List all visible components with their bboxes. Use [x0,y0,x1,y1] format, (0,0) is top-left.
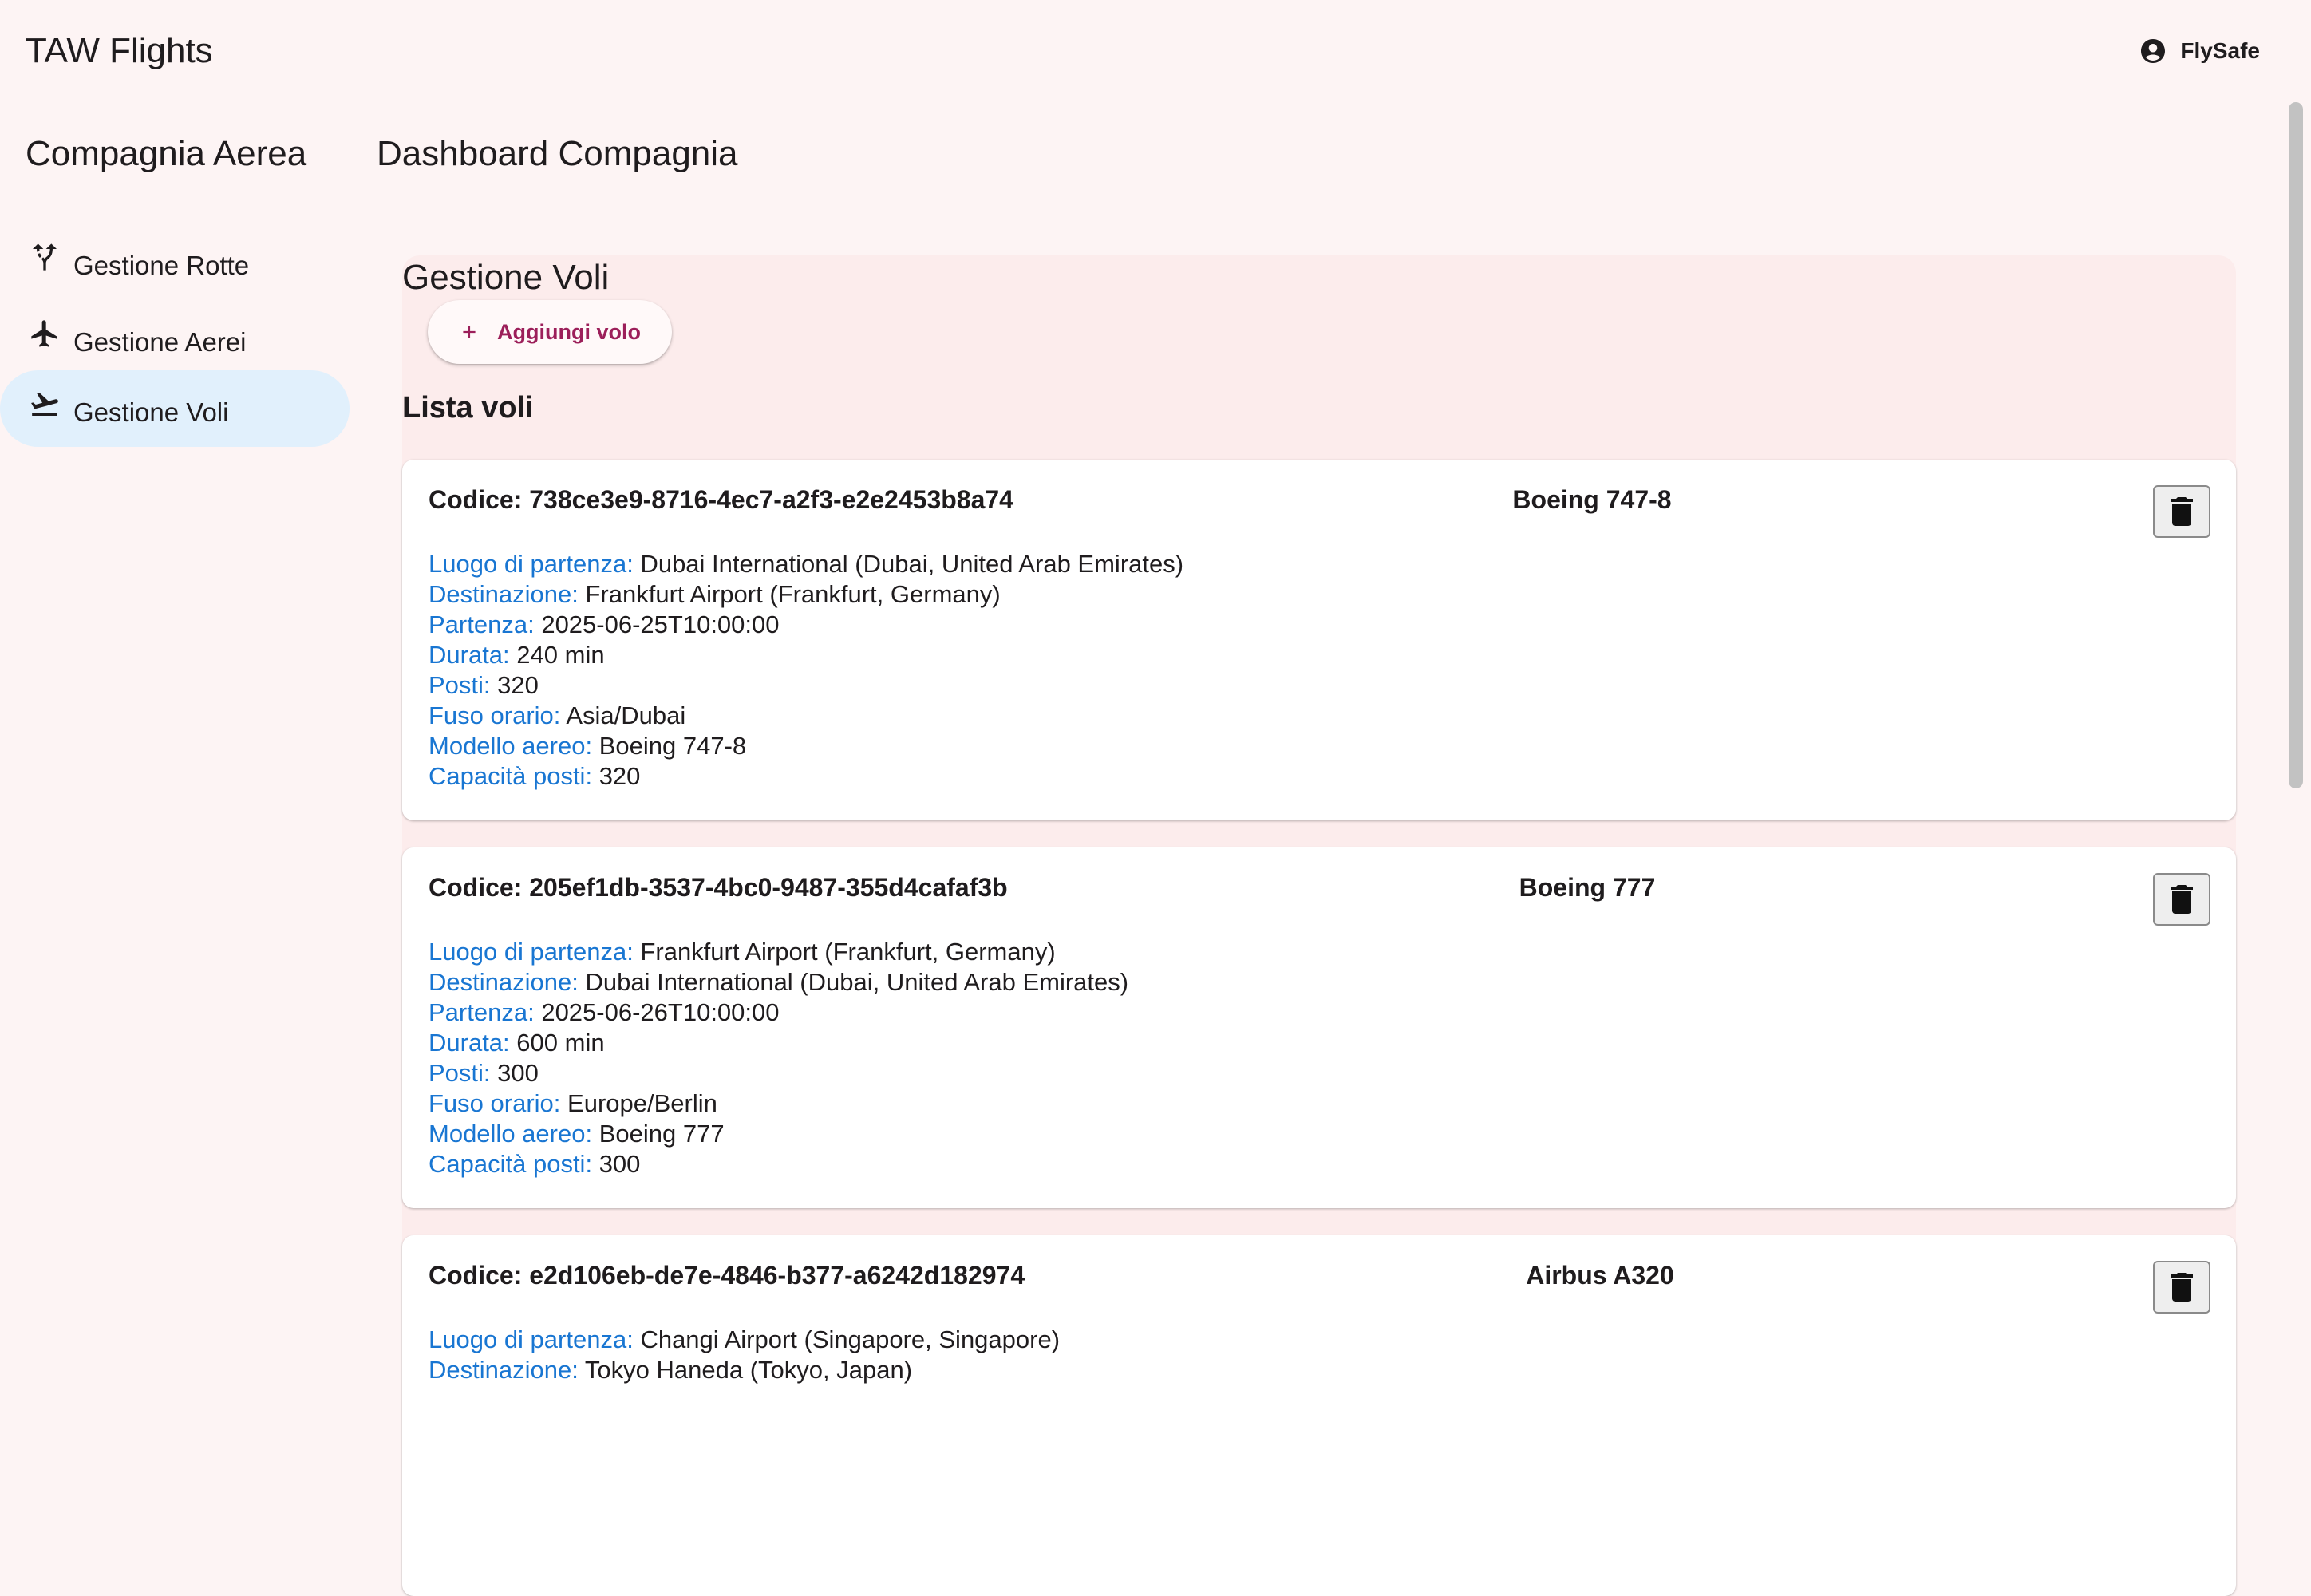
sidebar-item-gestione-aerei[interactable]: Gestione Aerei [0,300,350,377]
page-title: Dashboard Compagnia [377,134,738,173]
duration-label: Durata: [429,641,510,669]
add-flight-label: Aggiungi volo [497,319,641,344]
timezone-value: Asia/Dubai [566,701,686,729]
departure-place-value: Dubai International (Dubai, United Arab … [640,550,1184,578]
destination-value: Frankfurt Airport (Frankfurt, Germany) [585,580,1001,608]
departure-place-value: Changi Airport (Singapore, Singapore) [640,1325,1061,1353]
flight-details: Luogo di partenza: Changi Airport (Singa… [429,1325,1060,1385]
seat-capacity-value: 320 [598,762,641,790]
sidebar-item-gestione-rotte[interactable]: Gestione Rotte [0,223,350,300]
flight-code: Codice: 738ce3e9-8716-4ec7-a2f3-e2e2453b… [429,485,1013,514]
flight-code: Codice: 205ef1db-3537-4bc0-9487-355d4caf… [429,873,1008,902]
seat-capacity-label: Capacità posti: [429,1150,593,1178]
aircraft-model-label: Modello aereo: [429,732,593,760]
destination-label: Destinazione: [429,580,579,608]
flight-card: Codice: 738ce3e9-8716-4ec7-a2f3-e2e2453b… [402,460,2236,820]
seat-capacity-value: 300 [598,1150,641,1178]
departure-label: Partenza: [429,998,535,1026]
duration-value: 240 min [516,641,605,669]
page-scrollbar[interactable] [2287,102,2305,1393]
departure-label: Partenza: [429,610,535,638]
trash-icon [2171,885,2193,914]
account-circle-icon [2141,39,2166,63]
account-name: FlySafe [2180,38,2260,63]
destination-label: Destinazione: [429,968,579,996]
timezone-label: Fuso orario: [429,701,561,729]
top-app-bar: TAW Flights FlySafe [0,0,2311,102]
trash-icon [2171,1273,2193,1302]
airplane-icon [31,320,57,347]
flight-card: Codice: 205ef1db-3537-4bc0-9487-355d4caf… [402,847,2236,1208]
sidebar-title: Compagnia Aerea [26,134,307,173]
aircraft-model-label: Modello aereo: [429,1120,593,1148]
delete-flight-button[interactable] [2153,1261,2210,1314]
aircraft-model-value: Boeing 777 [598,1120,725,1148]
flight-details: Luogo di partenza: Dubai International (… [429,549,1183,792]
timezone-label: Fuso orario: [429,1089,561,1117]
aircraft-model-value: Boeing 747-8 [598,732,747,760]
seats-value: 300 [497,1059,539,1087]
seat-capacity-label: Capacità posti: [429,762,593,790]
route-icon [33,243,57,271]
flight-takeoff-icon [31,392,58,416]
duration-value: 600 min [516,1029,605,1057]
flight-aircraft-title: Boeing 777 [1519,873,1656,902]
section-title: Gestione Voli [402,258,610,297]
app-title: TAW Flights [26,31,213,70]
sidebar-item-label: Gestione Voli [73,397,229,427]
list-title: Lista voli [402,391,534,425]
departure-place-value: Frankfurt Airport (Frankfurt, Germany) [640,938,1056,966]
flight-code: Codice: e2d106eb-de7e-4846-b377-a6242d18… [429,1261,1025,1290]
seats-value: 320 [497,671,539,699]
departure-place-label: Luogo di partenza: [429,1325,634,1353]
seats-label: Posti: [429,671,491,699]
departure-value: 2025-06-26T10:00:00 [541,998,780,1026]
flights-panel: Gestione Voli Aggiungi volo Lista voli C… [402,255,2236,1596]
flight-aircraft-title: Airbus A320 [1526,1261,1674,1290]
delete-flight-button[interactable] [2153,485,2210,538]
add-flight-button[interactable]: Aggiungi volo [428,300,672,364]
sidebar-item-label: Gestione Rotte [73,251,250,280]
seats-label: Posti: [429,1059,491,1087]
destination-value: Dubai International (Dubai, United Arab … [585,968,1129,996]
departure-place-label: Luogo di partenza: [429,938,634,966]
timezone-value: Europe/Berlin [567,1089,717,1117]
departure-value: 2025-06-25T10:00:00 [541,610,780,638]
destination-label: Destinazione: [429,1356,579,1384]
scrollbar-thumb[interactable] [2289,102,2303,788]
delete-flight-button[interactable] [2153,873,2210,926]
flight-aircraft-title: Boeing 747-8 [1512,485,1672,514]
sidebar-item-label: Gestione Aerei [73,327,247,357]
plus-icon [463,326,476,338]
flight-card: Codice: e2d106eb-de7e-4846-b377-a6242d18… [402,1235,2236,1596]
destination-value: Tokyo Haneda (Tokyo, Japan) [584,1356,913,1384]
account-button[interactable]: FlySafe [2139,34,2260,69]
sidebar-item-gestione-voli[interactable]: Gestione Voli [0,370,350,447]
flight-details: Luogo di partenza: Frankfurt Airport (Fr… [429,937,1128,1179]
trash-icon [2171,497,2193,526]
departure-place-label: Luogo di partenza: [429,550,634,578]
duration-label: Durata: [429,1029,510,1057]
